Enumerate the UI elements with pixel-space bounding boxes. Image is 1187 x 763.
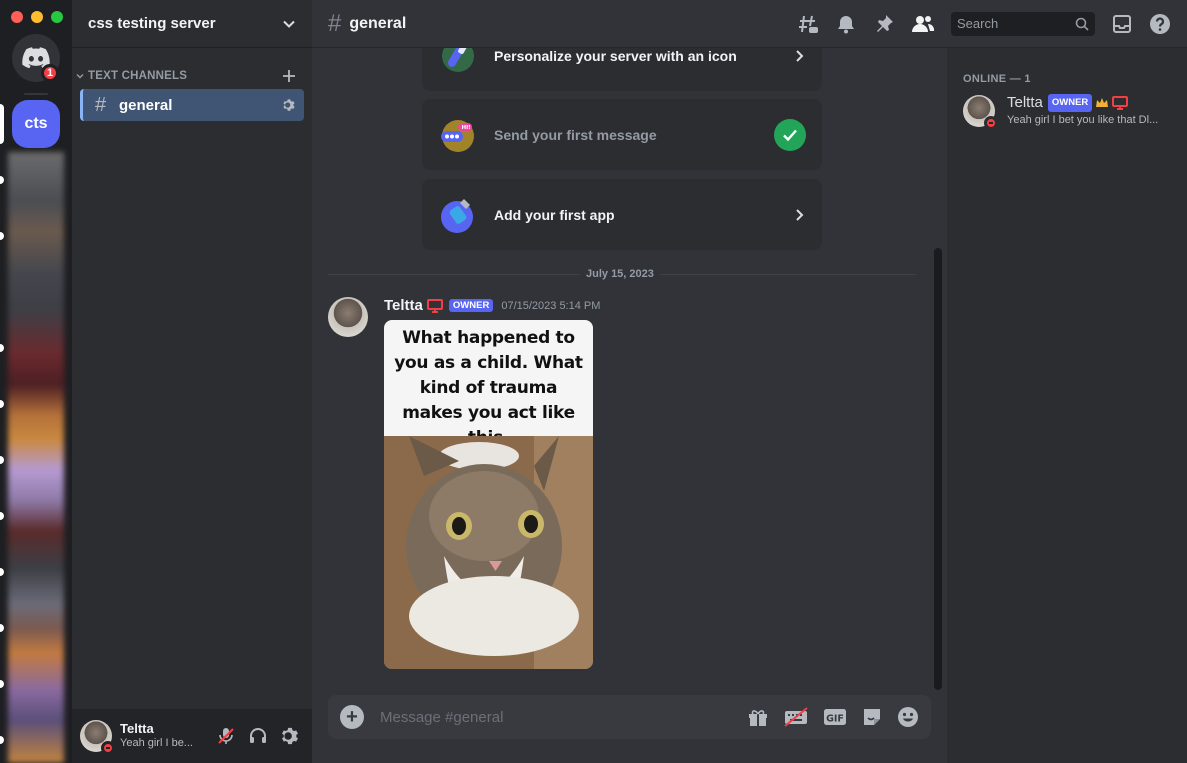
dnd-status-icon: [984, 116, 998, 130]
custom-status: Yeah girl I be...: [120, 737, 193, 749]
onboarding-card-app[interactable]: Add your first app: [422, 179, 822, 250]
dnd-status-icon: [101, 741, 115, 755]
add-channel-icon[interactable]: [282, 69, 296, 83]
onboarding-card-message[interactable]: HI! Send your first message: [422, 99, 822, 170]
search-icon: [1075, 17, 1089, 31]
mute-button[interactable]: [212, 722, 240, 750]
pin-icon[interactable]: [873, 13, 895, 35]
selected-server-indicator: [0, 104, 4, 144]
message-header: Teltta OWNER 07/15/2023 5:14 PM: [384, 297, 600, 314]
message-image[interactable]: What happened to you as a child. What ki…: [384, 320, 593, 669]
user-settings-button[interactable]: [276, 722, 304, 750]
blurred-server-list[interactable]: [8, 152, 64, 763]
hash-icon: #: [328, 9, 342, 37]
emoji-icon[interactable]: [897, 706, 919, 728]
hash-icon: #: [95, 93, 107, 116]
cat-photo: [384, 436, 593, 669]
chat-area: # general Search Personalize your server…: [312, 0, 1187, 763]
message-input[interactable]: Message #general: [380, 709, 747, 726]
wrench-icon: [438, 195, 478, 235]
card-label: Personalize your server with an icon: [494, 47, 737, 64]
channel-header: # general Search: [312, 0, 1187, 48]
card-label: Add your first app: [494, 206, 615, 223]
message-author[interactable]: Teltta: [384, 297, 423, 314]
zoom-window-button[interactable]: [51, 11, 63, 23]
microphone-muted-icon: [218, 728, 234, 744]
desktop-icon: [1112, 96, 1129, 110]
search-input[interactable]: Search: [951, 11, 1095, 36]
keyboard-disabled-icon[interactable]: [783, 706, 809, 728]
date-divider-label: July 15, 2023: [580, 268, 660, 280]
members-list-icon[interactable]: [911, 13, 935, 35]
close-window-button[interactable]: [11, 11, 23, 23]
member-status: Yeah girl I bet you like that Dl...: [1007, 114, 1159, 126]
inbox-icon[interactable]: [1111, 13, 1133, 35]
channel-title: general: [349, 14, 407, 32]
message-avatar[interactable]: [328, 297, 368, 337]
gif-icon[interactable]: GIF: [823, 706, 847, 728]
svg-text:HI!: HI!: [462, 125, 471, 131]
member-item[interactable]: Teltta OWNER Yeah girl I bet you like th…: [963, 94, 1179, 130]
server-name: css testing server: [88, 15, 216, 32]
owner-badge: OWNER: [1047, 94, 1093, 112]
sticker-icon[interactable]: [861, 706, 883, 728]
chat-bubble-icon: HI!: [438, 115, 478, 155]
minimize-window-button[interactable]: [31, 11, 43, 23]
checkmark-icon: [774, 118, 806, 151]
member-name: Teltta: [1007, 94, 1043, 111]
deafen-button[interactable]: [244, 722, 272, 750]
chevron-down-icon: [283, 20, 295, 28]
member-list: ONLINE — 1 Teltta OWNER Yeah girl I bet …: [947, 48, 1187, 763]
chevron-right-icon: [796, 49, 804, 62]
add-attachment-button[interactable]: +: [340, 705, 364, 729]
headphones-icon: [250, 728, 266, 743]
server-icon-css-testing[interactable]: cts: [12, 100, 60, 148]
help-icon[interactable]: [1149, 13, 1171, 35]
chevron-right-icon: [796, 208, 804, 221]
desktop-icon: [426, 298, 443, 313]
card-label: Send your first message: [494, 126, 657, 143]
search-placeholder: Search: [957, 16, 999, 31]
chevron-down-small-icon: [76, 74, 84, 79]
message-timestamp: 07/15/2023 5:14 PM: [501, 299, 601, 312]
username: Teltta: [120, 721, 154, 736]
threads-icon[interactable]: [797, 13, 819, 35]
discord-app: 1 cts css testing server TEXT CHANNELS #…: [0, 0, 1187, 763]
avatar: [963, 95, 998, 130]
chat-scrollbar[interactable]: [934, 248, 942, 690]
channel-sidebar: css testing server TEXT CHANNELS # gener…: [72, 0, 312, 763]
user-info[interactable]: Teltta Yeah girl I be...: [120, 721, 212, 751]
svg-text:GIF: GIF: [826, 714, 844, 725]
server-rail: 1 cts: [0, 0, 72, 763]
window-controls: [11, 11, 63, 23]
owner-badge: OWNER: [448, 299, 494, 312]
channel-item-general[interactable]: # general: [80, 89, 304, 121]
online-heading: ONLINE — 1: [963, 73, 1031, 85]
channel-name: general: [119, 96, 173, 114]
crown-icon: [1096, 98, 1109, 107]
rail-separator: [24, 93, 48, 95]
user-panel: Teltta Yeah girl I be...: [72, 709, 312, 763]
gear-icon: [282, 727, 298, 745]
bell-icon[interactable]: [835, 13, 857, 35]
message-composer: + Message #general GIF: [328, 695, 931, 739]
category-text-channels[interactable]: TEXT CHANNELS: [72, 66, 312, 86]
category-label: TEXT CHANNELS: [88, 70, 188, 82]
gift-icon[interactable]: [747, 706, 769, 728]
image-caption: What happened to you as a child. What ki…: [394, 328, 583, 448]
notification-badge: 1: [41, 64, 60, 82]
server-header[interactable]: css testing server: [72, 0, 312, 48]
gear-icon[interactable]: [282, 98, 296, 112]
avatar[interactable]: [80, 720, 115, 755]
